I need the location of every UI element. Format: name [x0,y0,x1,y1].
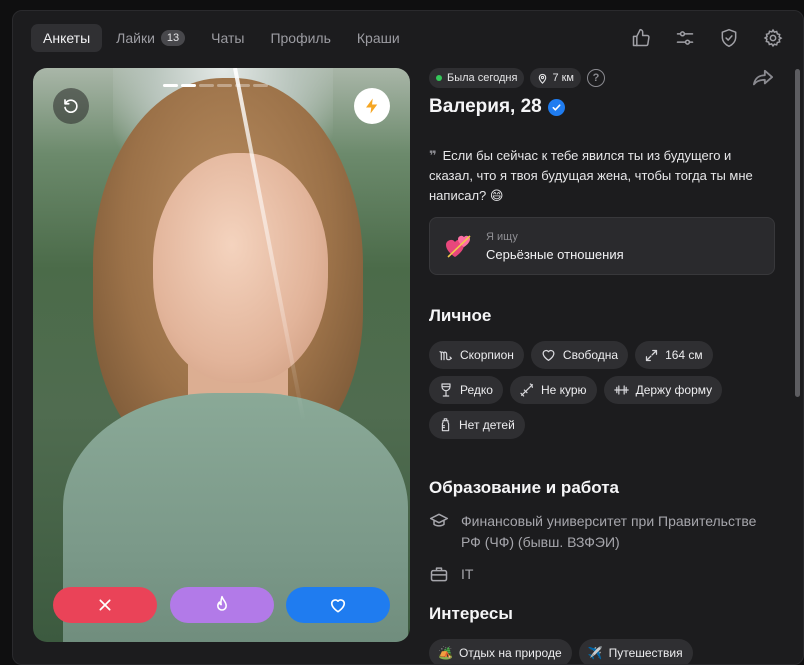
tab-likes[interactable]: Лайки 13 [104,24,197,52]
university-text: Финансовый университет при Правительстве… [461,513,757,550]
hearts-arrow-icon [444,231,474,266]
photo-face [153,153,328,383]
shield-check-icon[interactable] [707,24,751,52]
tab-ankety[interactable]: Анкеты [31,24,103,52]
carousel-dot[interactable] [181,84,196,87]
wine-glass-icon [441,383,451,397]
share-icon [753,69,773,86]
sliders-icon[interactable] [663,24,707,52]
super-like-button[interactable] [169,587,274,623]
tag-children: Нет детей [429,411,525,439]
heart-outline-icon [542,349,555,361]
like-button[interactable] [286,587,390,623]
profile-details: Была сегодня 7 км ? Валерия, 28 ❞ Если бы… [429,68,775,664]
nav-tabs: Анкеты Лайки 13 Чаты Профиль Краши [31,24,414,52]
tag-label: Редко [460,383,493,397]
undo-icon [64,99,78,114]
scrollbar[interactable] [795,69,800,397]
tag-zodiac: Скорпион [429,341,524,369]
lightning-icon [366,98,378,114]
swipe-actions [53,587,390,623]
education-item: Финансовый университет при Правительстве… [429,511,761,553]
tag-label: Скорпион [460,348,514,362]
location-pin-icon [539,73,547,84]
camping-icon: 🏕️ [438,646,453,660]
airplane-icon: ✈️ [587,646,603,660]
job-text: IT [461,566,474,582]
quote-icon: ❞ [429,148,437,163]
tab-label: Лайки [116,30,155,46]
carousel-dot[interactable] [217,84,232,87]
profile-meta: Была сегодня 7 км ? [429,68,774,88]
tag-interest: ✈️ Путешествия [578,639,693,664]
distance-chip: 7 км [530,68,581,88]
profile-name: Валерия, 28 [429,96,542,117]
tab-label: Чаты [211,30,245,46]
online-dot [436,75,442,81]
online-status: Была сегодня [429,68,525,88]
tag-fitness: Держу форму [603,376,723,404]
tab-label: Анкеты [43,30,91,46]
tab-chats[interactable]: Чаты [199,24,256,52]
looking-for-card: Я ищу Серьёзные отношения [429,217,775,275]
work-item: IT [429,564,761,585]
interest-tags: 🏕️ Отдых на природе ✈️ Путешествия [429,639,775,664]
graduation-cap-icon [429,513,449,527]
baby-bottle-icon [441,418,450,432]
dislike-button[interactable] [53,587,157,623]
close-icon [99,599,111,611]
top-icons [619,24,795,52]
app-window: Анкеты Лайки 13 Чаты Профиль Краши Была … [12,10,804,665]
tab-label: Краши [356,30,400,46]
carousel-dot[interactable] [235,84,250,87]
distance-text: 7 км [552,72,574,84]
name-row: Валерия, 28 [429,96,565,118]
tab-profile[interactable]: Профиль [258,24,342,52]
personal-tags: Скорпион Свободна 164 см Редко Не курю Д… [429,341,775,446]
dumbbell-icon [613,385,629,395]
photo-carousel-indicator [163,84,271,87]
tag-label: 164 см [665,348,703,362]
tag-alcohol: Редко [429,376,503,404]
profile-photo[interactable] [33,68,410,642]
tab-crushes[interactable]: Краши [345,24,412,52]
interests-heading: Интересы [429,604,513,623]
tag-label: Отдых на природе [458,646,562,660]
briefcase-icon [430,567,448,582]
heart-icon [330,599,346,613]
top-nav: Анкеты Лайки 13 Чаты Профиль Краши [13,11,803,63]
profile-quote: ❞ Если бы сейчас к тебе явился ты из буду… [429,146,769,206]
tag-height: 164 см [635,341,713,369]
looking-for-value: Серьёзные отношения [486,247,624,262]
tag-label: Путешествия [608,646,683,660]
share-button[interactable] [752,68,774,93]
scorpio-icon [439,351,452,361]
personal-heading: Личное [429,306,492,325]
tab-label: Профиль [270,30,331,46]
tag-label: Нет детей [459,418,515,432]
tag-interest: 🏕️ Отдых на природе [429,639,572,664]
likes-count-badge: 13 [160,30,186,46]
tag-label: Держу форму [635,383,713,397]
carousel-dot[interactable] [253,84,268,87]
verified-icon [547,98,565,116]
carousel-dot[interactable] [163,84,178,87]
no-smoking-icon [520,383,533,397]
undo-button[interactable] [53,88,89,124]
tag-label: Не курю [540,383,587,397]
status-text: Была сегодня [447,72,518,84]
tag-smoking: Не курю [509,376,597,404]
tag-label: Свободна [562,348,619,362]
quote-text: Если бы сейчас к тебе явился ты из будущ… [429,148,753,203]
gear-icon[interactable] [751,24,795,52]
carousel-dot[interactable] [199,84,214,87]
expand-icon [645,349,658,361]
looking-for-label: Я ищу [486,231,518,243]
help-icon[interactable]: ? [587,69,605,87]
education-heading: Образование и работа [429,478,620,497]
thumbs-up-icon[interactable] [619,24,663,52]
fire-icon [216,595,227,611]
boost-button[interactable] [354,88,390,124]
tag-relationship-status: Свободна [530,341,629,369]
